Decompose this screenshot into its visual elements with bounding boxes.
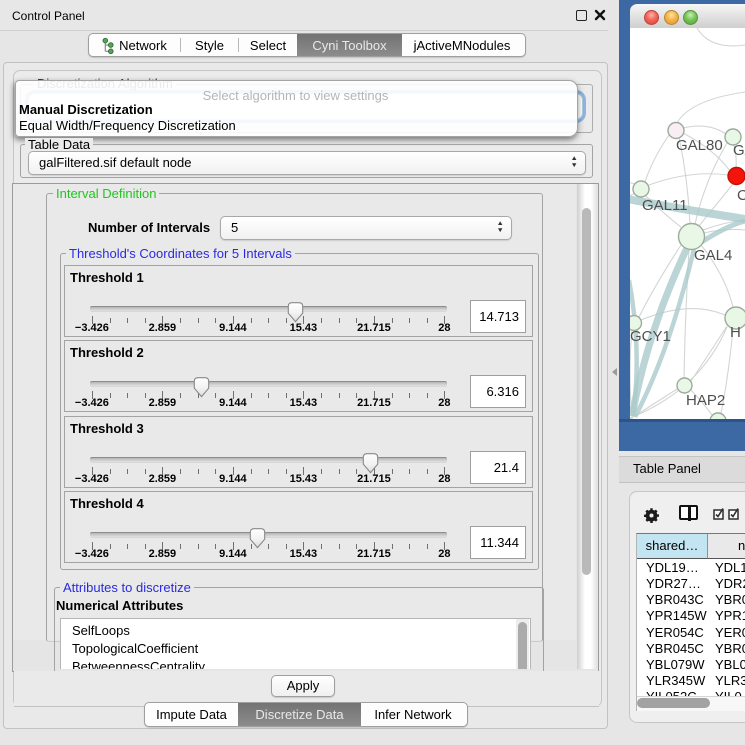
svg-text:HAP2: HAP2 [686, 392, 725, 409]
svg-text:GAL4: GAL4 [694, 247, 732, 264]
svg-text:GAL11: GAL11 [642, 197, 688, 214]
svg-text:C: C [737, 187, 745, 204]
svg-text:H: H [730, 324, 741, 341]
svg-text:GAL80: GAL80 [676, 137, 723, 154]
svg-text:GA: GA [733, 142, 745, 159]
svg-text:GCY1: GCY1 [630, 328, 671, 345]
